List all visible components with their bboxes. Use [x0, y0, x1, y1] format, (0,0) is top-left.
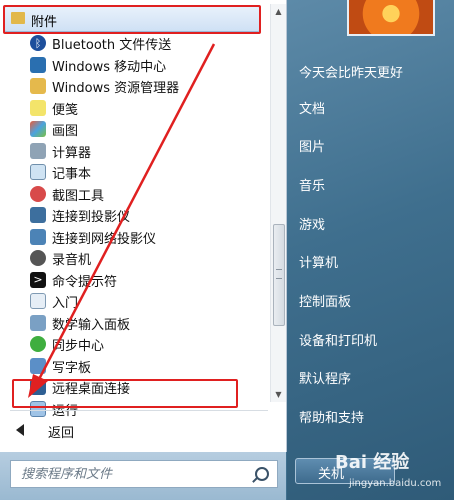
folder-icon: [11, 12, 25, 24]
control-panel-link[interactable]: 控制面板: [299, 291, 351, 310]
accessories-folder[interactable]: 附件: [4, 6, 260, 32]
back-label: 返回: [48, 426, 75, 441]
back-button[interactable]: 返回: [0, 420, 268, 442]
sound-recorder-icon: [30, 250, 46, 266]
user-avatar[interactable]: [347, 0, 435, 36]
remote-desktop-icon: [30, 379, 46, 395]
list-item[interactable]: Windows 资源管理器: [0, 75, 268, 97]
computer-link[interactable]: 计算机: [299, 252, 338, 271]
getting-started-icon: [30, 293, 46, 309]
mobility-center-icon: [30, 56, 46, 73]
search-input[interactable]: [11, 461, 251, 487]
calculator-icon: [30, 142, 46, 159]
scroll-up-icon[interactable]: ▲: [271, 4, 286, 19]
scroll-down-icon[interactable]: ▼: [271, 387, 286, 402]
list-item[interactable]: 运行: [0, 398, 268, 420]
run-icon: [30, 400, 46, 417]
list-item[interactable]: 数学输入面板: [0, 312, 268, 334]
list-item[interactable]: 入门: [0, 290, 268, 312]
math-input-icon: [30, 314, 46, 331]
list-item[interactable]: 远程桌面连接: [0, 376, 268, 398]
default-programs-link[interactable]: 默认程序: [299, 368, 351, 387]
network-projector-icon: [30, 228, 46, 245]
watermark-logo: Bai 经验: [335, 452, 410, 473]
right-pane: 今天会比昨天更好 文档 图片 音乐 游戏 计算机 控制面板 设备和打印机 默认程…: [287, 0, 454, 500]
program-list-scrollbar[interactable]: ▲ ▼: [270, 4, 286, 402]
list-item[interactable]: 计算器: [0, 140, 268, 162]
snipping-tool-icon: [30, 185, 46, 202]
list-item[interactable]: ᛒ Bluetooth 文件传送: [0, 32, 268, 54]
projector-icon: [30, 207, 46, 223]
list-item[interactable]: 写字板: [0, 355, 268, 377]
pictures-link[interactable]: 图片: [299, 136, 325, 155]
notepad-icon: [30, 164, 46, 180]
programs-pane: 附件 ᛒ Bluetooth 文件传送 Windows 移动中心 Windows …: [0, 0, 287, 452]
command-prompt-icon: >: [30, 271, 46, 288]
sync-center-icon: [30, 336, 46, 352]
list-item[interactable]: 连接到网络投影仪: [0, 226, 268, 248]
bluetooth-icon: ᛒ: [30, 35, 46, 51]
sticky-notes-icon: [30, 99, 46, 116]
grip-icon: [276, 269, 282, 279]
help-support-link[interactable]: 帮助和支持: [299, 407, 364, 426]
search-area: [0, 452, 286, 500]
list-item[interactable]: 录音机: [0, 247, 268, 269]
search-icon[interactable]: [255, 467, 269, 481]
list-item[interactable]: Windows 移动中心: [0, 54, 268, 76]
list-item[interactable]: 连接到投影仪: [0, 204, 268, 226]
list-item[interactable]: 截图工具: [0, 183, 268, 205]
divider: [10, 410, 268, 411]
list-item[interactable]: 同步中心: [0, 333, 268, 355]
scroll-thumb[interactable]: [273, 224, 285, 326]
list-item[interactable]: > 命令提示符: [0, 269, 268, 291]
back-arrow-icon: [16, 424, 24, 436]
start-menu: 附件 ᛒ Bluetooth 文件传送 Windows 移动中心 Windows …: [0, 0, 454, 500]
folder-label: 附件: [31, 15, 58, 30]
wordpad-icon: [30, 357, 46, 374]
list-item[interactable]: 画图: [0, 118, 268, 140]
list-item[interactable]: 便笺: [0, 97, 268, 119]
music-link[interactable]: 音乐: [299, 175, 325, 194]
paint-icon: [30, 121, 46, 137]
list-item[interactable]: 记事本: [0, 161, 268, 183]
documents-link[interactable]: 文档: [299, 98, 325, 117]
search-box[interactable]: [10, 460, 278, 488]
explorer-icon: [30, 78, 46, 94]
devices-printers-link[interactable]: 设备和打印机: [299, 330, 377, 349]
program-list: ᛒ Bluetooth 文件传送 Windows 移动中心 Windows 资源管…: [0, 32, 268, 419]
watermark-url: jingyan.baidu.com: [349, 478, 442, 489]
user-name-link[interactable]: 今天会比昨天更好: [299, 62, 403, 81]
games-link[interactable]: 游戏: [299, 214, 325, 233]
